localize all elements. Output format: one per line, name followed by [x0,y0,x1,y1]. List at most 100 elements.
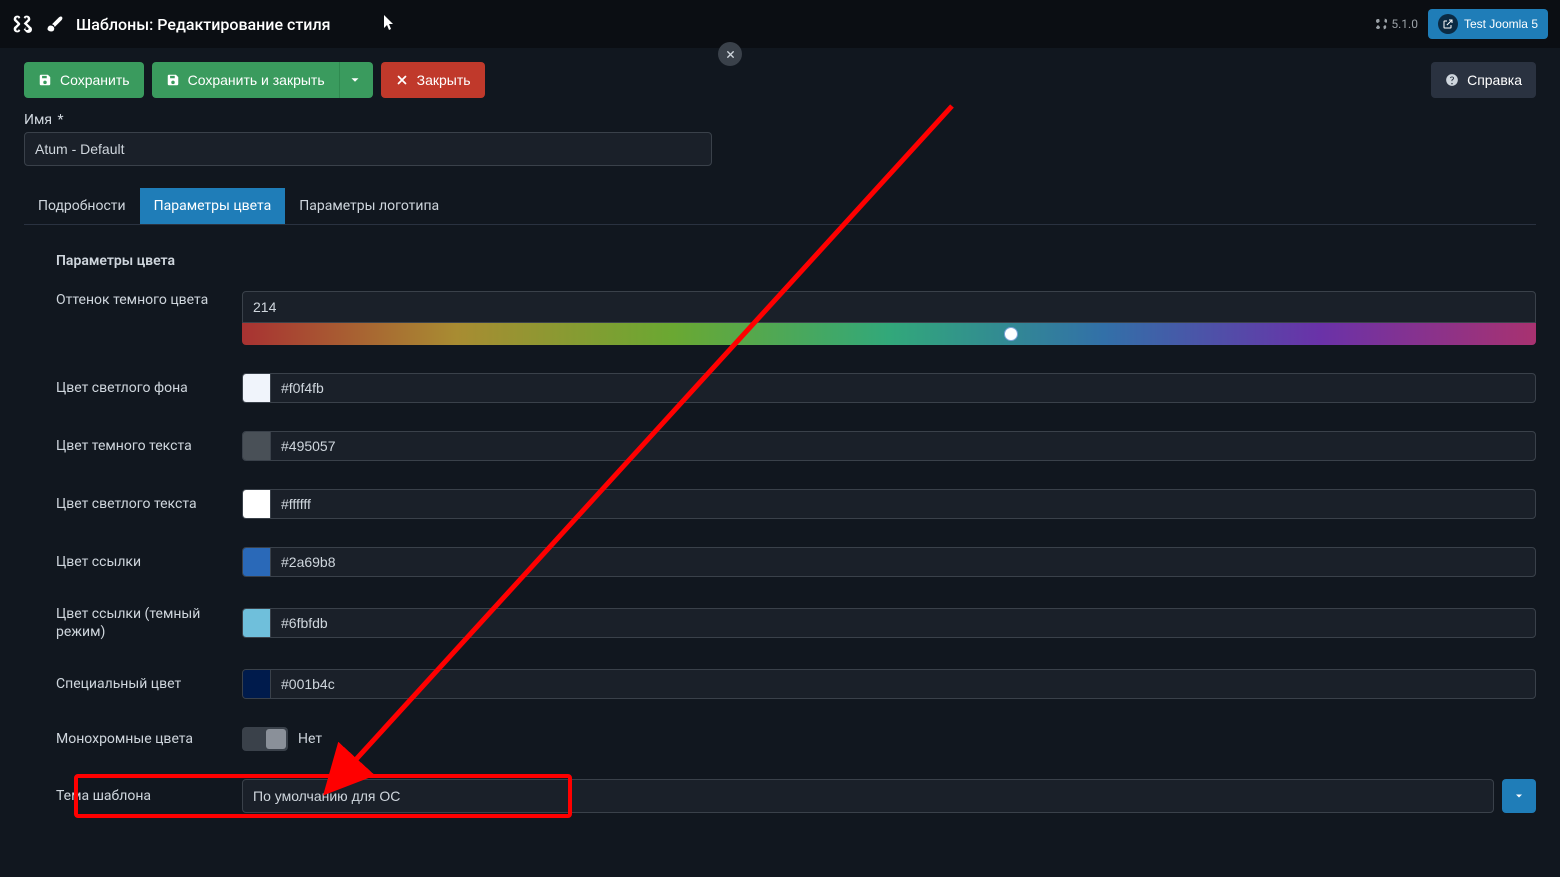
toggle-handle [266,729,286,749]
mono-toggle-wrap: Нет [242,727,322,751]
toolbar-left: Сохранить Сохранить и закрыть Закрыть [24,62,485,98]
theme-dropdown-button[interactable] [1502,779,1536,813]
preview-label: Test Joomla 5 [1464,17,1538,31]
color-swatch-2 [243,490,271,518]
color-input-1[interactable] [271,432,1535,460]
row-monochrome: Монохромные цвета Нет [56,713,1536,765]
color-label-2: Цвет светлого текста [56,495,222,513]
mono-state-label: Нет [298,731,322,747]
tab-0[interactable]: Подробности [24,188,140,224]
preview-site-button[interactable]: Test Joomla 5 [1428,9,1548,39]
save-close-button[interactable]: Сохранить и закрыть [152,62,339,98]
mono-label: Монохромные цвета [56,730,222,748]
help-button[interactable]: Справка [1431,62,1536,98]
external-link-icon [1438,14,1458,34]
color-label-4: Цвет ссылки (темный режим) [56,605,222,641]
page-title: Шаблоны: Редактирование стиля [76,15,330,34]
color-input-4[interactable] [271,609,1535,637]
row-hue: Оттенок темного цвета [56,277,1536,359]
tabs: ПодробностиПараметры цветаПараметры лого… [24,188,1536,225]
close-label: Закрыть [417,72,471,88]
color-control-1 [242,431,1536,461]
hue-label: Оттенок темного цвета [56,291,222,309]
color-label-5: Специальный цвет [56,675,222,693]
color-swatch-5 [243,670,271,698]
color-label-1: Цвет темного текста [56,437,222,455]
theme-select[interactable] [242,779,1494,813]
color-control-3 [242,547,1536,577]
save-close-group: Сохранить и закрыть [152,62,373,98]
close-icon [725,49,736,60]
tab-1[interactable]: Параметры цвета [140,188,286,224]
color-swatch-1 [243,432,271,460]
color-swatch-3 [243,548,271,576]
hue-block [242,291,1536,345]
name-label: Имя * [24,112,1536,128]
save-icon [166,73,180,87]
theme-label: Тема шаблона [56,787,222,805]
chevron-down-icon [1513,790,1525,802]
color-label-3: Цвет ссылки [56,553,222,571]
color-control-4 [242,608,1536,638]
color-field-1[interactable] [242,431,1536,461]
color-input-0[interactable] [271,374,1535,402]
version-badge: 5.1.0 [1375,17,1418,31]
row-theme: Тема шаблона [56,765,1536,827]
save-dropdown-button[interactable] [339,62,373,98]
brush-icon [46,15,64,33]
joomla-small-icon [1375,18,1387,30]
row-color-1: Цвет темного текста [56,417,1536,475]
color-field-3[interactable] [242,547,1536,577]
close-panel-button[interactable] [718,42,742,66]
theme-control [242,779,1536,813]
hue-input[interactable] [242,291,1536,323]
joomla-logo-icon [12,14,32,34]
mono-control: Нет [242,727,1536,751]
form-area: Имя * ПодробностиПараметры цветаПараметр… [0,112,1560,827]
help-label: Справка [1467,72,1522,88]
color-input-3[interactable] [271,548,1535,576]
save-close-label: Сохранить и закрыть [188,72,325,88]
header-right: 5.1.0 Test Joomla 5 [1375,9,1548,39]
name-label-text: Имя [24,112,52,128]
save-icon [38,73,52,87]
hue-slider-thumb[interactable] [1004,327,1018,341]
toolbar: Сохранить Сохранить и закрыть Закрыть Сп… [0,48,1560,112]
header-left: Шаблоны: Редактирование стиля [12,14,330,34]
color-control-2 [242,489,1536,519]
row-color-5: Специальный цвет [56,655,1536,713]
row-color-0: Цвет светлого фона [56,359,1536,417]
section-title: Параметры цвета [56,247,1536,277]
save-label: Сохранить [60,72,130,88]
color-input-2[interactable] [271,490,1535,518]
color-field-4[interactable] [242,608,1536,638]
required-star: * [58,112,64,128]
version-text: 5.1.0 [1391,17,1418,31]
question-icon [1445,73,1459,87]
color-field-2[interactable] [242,489,1536,519]
color-input-5[interactable] [271,670,1535,698]
header-title-wrap: Шаблоны: Редактирование стиля [46,15,330,34]
color-field-5[interactable] [242,669,1536,699]
color-control-5 [242,669,1536,699]
close-button[interactable]: Закрыть [381,62,485,98]
color-field-0[interactable] [242,373,1536,403]
color-swatch-4 [243,609,271,637]
hue-control [242,291,1536,345]
theme-select-row [242,779,1536,813]
color-section: Параметры цвета Оттенок темного цвета Цв… [56,241,1536,827]
save-button[interactable]: Сохранить [24,62,144,98]
tab-2[interactable]: Параметры логотипа [285,188,453,224]
name-input[interactable] [24,132,712,166]
row-color-4: Цвет ссылки (темный режим) [56,591,1536,655]
row-color-3: Цвет ссылки [56,533,1536,591]
color-label-0: Цвет светлого фона [56,379,222,397]
chevron-down-icon [348,73,362,87]
color-swatch-0 [243,374,271,402]
color-control-0 [242,373,1536,403]
mono-toggle[interactable] [242,727,288,751]
hue-slider[interactable] [242,323,1536,345]
tab-content: Параметры цвета Оттенок темного цвета Цв… [24,225,1536,827]
close-icon [395,73,409,87]
row-color-2: Цвет светлого текста [56,475,1536,533]
